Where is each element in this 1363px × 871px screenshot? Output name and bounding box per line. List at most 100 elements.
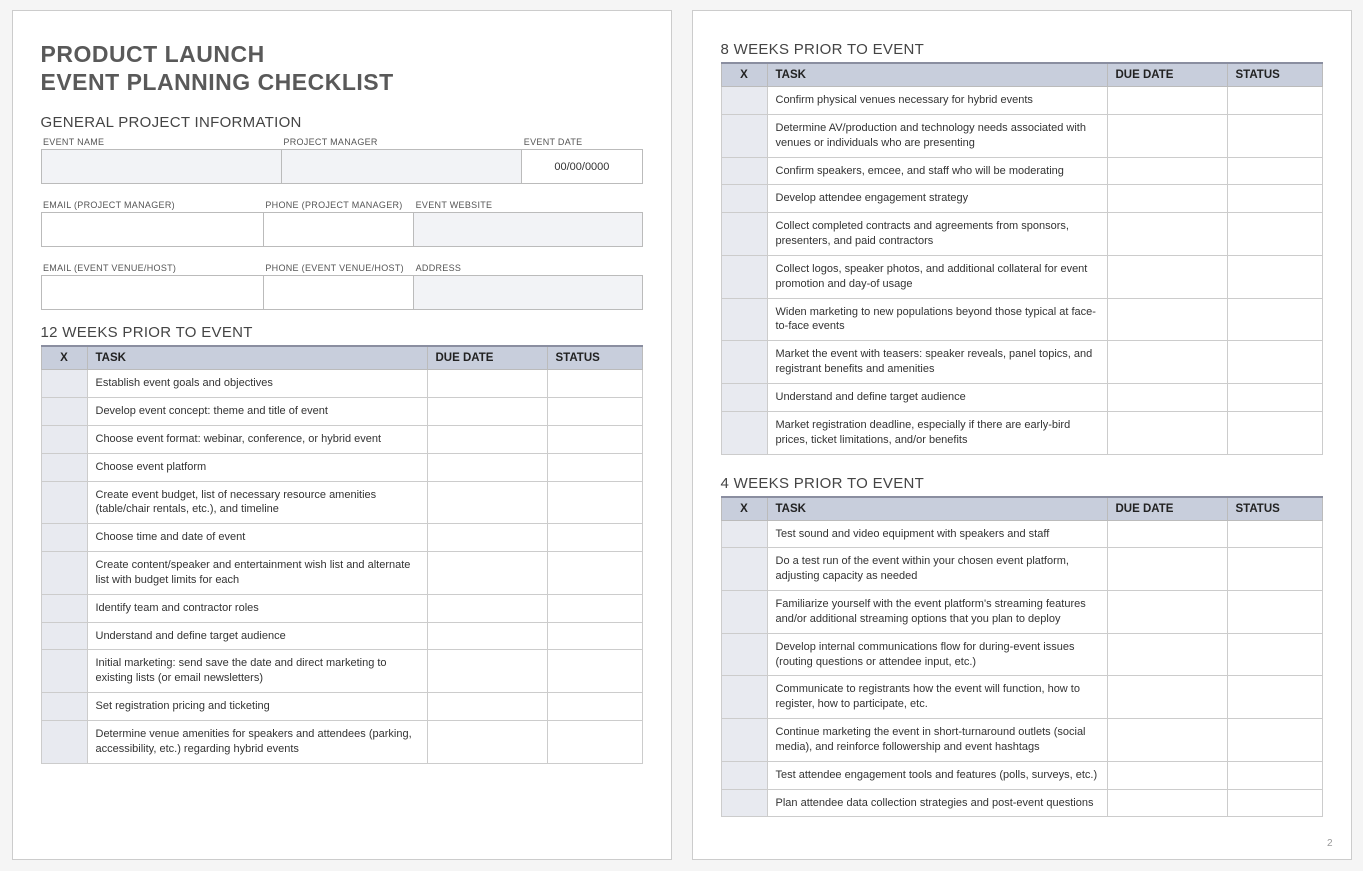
due-date-cell[interactable] — [427, 453, 547, 481]
status-cell[interactable] — [1227, 114, 1322, 157]
checkbox-cell[interactable] — [41, 650, 87, 693]
field-address[interactable] — [414, 276, 642, 310]
checkbox-cell[interactable] — [41, 425, 87, 453]
status-cell[interactable] — [1227, 185, 1322, 213]
field-phone-pm[interactable] — [263, 213, 413, 247]
checkbox-cell[interactable] — [721, 87, 767, 115]
due-date-cell[interactable] — [427, 693, 547, 721]
checkbox-cell[interactable] — [721, 591, 767, 634]
due-date-cell[interactable] — [427, 721, 547, 764]
due-date-cell[interactable] — [1107, 298, 1227, 341]
field-event-name[interactable] — [41, 150, 281, 184]
checkbox-cell[interactable] — [41, 721, 87, 764]
task-cell: Familiarize yourself with the event plat… — [767, 591, 1107, 634]
due-date-cell[interactable] — [1107, 676, 1227, 719]
due-date-cell[interactable] — [427, 370, 547, 398]
due-date-cell[interactable] — [1107, 761, 1227, 789]
checkbox-cell[interactable] — [41, 453, 87, 481]
checkbox-cell[interactable] — [721, 213, 767, 256]
due-date-cell[interactable] — [1107, 411, 1227, 454]
status-cell[interactable] — [1227, 87, 1322, 115]
status-cell[interactable] — [547, 594, 642, 622]
checkbox-cell[interactable] — [721, 157, 767, 185]
due-date-cell[interactable] — [1107, 789, 1227, 817]
due-date-cell[interactable] — [1107, 520, 1227, 548]
status-cell[interactable] — [1227, 298, 1322, 341]
status-cell[interactable] — [1227, 411, 1322, 454]
checkbox-cell[interactable] — [721, 789, 767, 817]
status-cell[interactable] — [1227, 789, 1322, 817]
status-cell[interactable] — [547, 398, 642, 426]
due-date-cell[interactable] — [427, 650, 547, 693]
due-date-cell[interactable] — [1107, 213, 1227, 256]
checkbox-cell[interactable] — [721, 185, 767, 213]
due-date-cell[interactable] — [427, 594, 547, 622]
checkbox-cell[interactable] — [41, 370, 87, 398]
status-cell[interactable] — [547, 425, 642, 453]
status-cell[interactable] — [547, 650, 642, 693]
field-website[interactable] — [414, 213, 642, 247]
status-cell[interactable] — [1227, 255, 1322, 298]
checkbox-cell[interactable] — [721, 520, 767, 548]
checkbox-cell[interactable] — [41, 693, 87, 721]
due-date-cell[interactable] — [1107, 383, 1227, 411]
checkbox-cell[interactable] — [721, 341, 767, 384]
due-date-cell[interactable] — [1107, 548, 1227, 591]
due-date-cell[interactable] — [427, 398, 547, 426]
due-date-cell[interactable] — [1107, 185, 1227, 213]
checkbox-cell[interactable] — [41, 481, 87, 524]
due-date-cell[interactable] — [427, 425, 547, 453]
checkbox-cell[interactable] — [721, 548, 767, 591]
checkbox-cell[interactable] — [41, 524, 87, 552]
status-cell[interactable] — [547, 481, 642, 524]
checkbox-cell[interactable] — [41, 398, 87, 426]
checkbox-cell[interactable] — [41, 594, 87, 622]
due-date-cell[interactable] — [427, 524, 547, 552]
checkbox-cell[interactable] — [721, 719, 767, 762]
checkbox-cell[interactable] — [721, 114, 767, 157]
status-cell[interactable] — [547, 693, 642, 721]
checkbox-cell[interactable] — [721, 255, 767, 298]
checkbox-cell[interactable] — [721, 761, 767, 789]
due-date-cell[interactable] — [1107, 87, 1227, 115]
status-cell[interactable] — [547, 453, 642, 481]
checkbox-cell[interactable] — [721, 676, 767, 719]
field-event-date[interactable]: 00/00/0000 — [522, 150, 642, 184]
due-date-cell[interactable] — [427, 552, 547, 595]
due-date-cell[interactable] — [1107, 633, 1227, 676]
status-cell[interactable] — [547, 721, 642, 764]
checkbox-cell[interactable] — [721, 298, 767, 341]
due-date-cell[interactable] — [1107, 157, 1227, 185]
status-cell[interactable] — [1227, 520, 1322, 548]
field-email-pm[interactable] — [41, 213, 263, 247]
status-cell[interactable] — [1227, 157, 1322, 185]
status-cell[interactable] — [1227, 213, 1322, 256]
status-cell[interactable] — [547, 524, 642, 552]
status-cell[interactable] — [1227, 719, 1322, 762]
due-date-cell[interactable] — [1107, 591, 1227, 634]
field-email-venue[interactable] — [41, 276, 263, 310]
due-date-cell[interactable] — [427, 622, 547, 650]
checkbox-cell[interactable] — [41, 552, 87, 595]
status-cell[interactable] — [1227, 383, 1322, 411]
status-cell[interactable] — [1227, 676, 1322, 719]
checkbox-cell[interactable] — [721, 411, 767, 454]
status-cell[interactable] — [1227, 591, 1322, 634]
checkbox-cell[interactable] — [721, 383, 767, 411]
due-date-cell[interactable] — [1107, 719, 1227, 762]
checkbox-cell[interactable] — [41, 622, 87, 650]
status-cell[interactable] — [1227, 341, 1322, 384]
due-date-cell[interactable] — [427, 481, 547, 524]
field-phone-venue[interactable] — [263, 276, 413, 310]
field-project-manager[interactable] — [281, 150, 521, 184]
due-date-cell[interactable] — [1107, 341, 1227, 384]
status-cell[interactable] — [1227, 633, 1322, 676]
status-cell[interactable] — [1227, 761, 1322, 789]
due-date-cell[interactable] — [1107, 255, 1227, 298]
status-cell[interactable] — [547, 552, 642, 595]
due-date-cell[interactable] — [1107, 114, 1227, 157]
status-cell[interactable] — [547, 622, 642, 650]
checkbox-cell[interactable] — [721, 633, 767, 676]
status-cell[interactable] — [1227, 548, 1322, 591]
status-cell[interactable] — [547, 370, 642, 398]
